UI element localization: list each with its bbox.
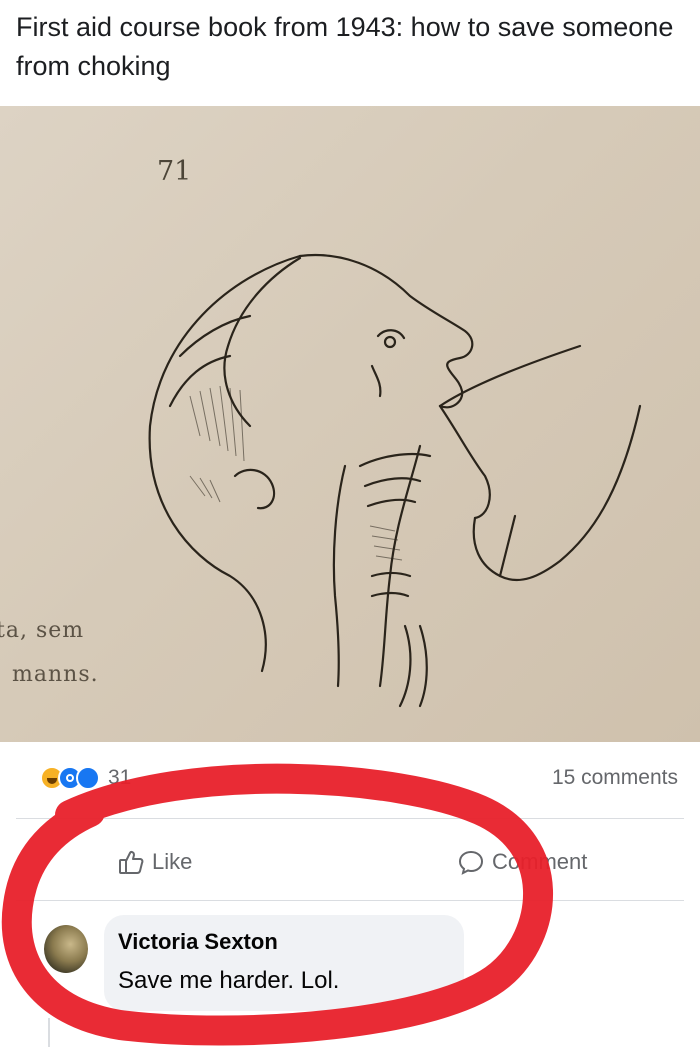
comment-item: Victoria Sexton Save me harder. Lol.	[44, 915, 464, 1015]
love-reaction-icon	[76, 766, 100, 790]
post-stats-bar: 31 15 comments	[0, 742, 700, 818]
comment-button[interactable]: Comment	[458, 842, 587, 882]
comment-label: Comment	[492, 849, 588, 874]
comment-bubble: Victoria Sexton Save me harder. Lol.	[104, 915, 464, 1011]
comment-text: Save me harder. Lol.	[118, 967, 340, 994]
book-text-fragment: manns.	[12, 662, 99, 687]
book-text-fragment: ta, sem	[0, 618, 85, 643]
like-button[interactable]: Like	[118, 842, 192, 882]
divider	[16, 900, 684, 901]
thumbs-up-icon	[119, 850, 144, 874]
choking-rescue-illustration	[148, 254, 642, 708]
comment-count[interactable]: 15 comments	[552, 766, 678, 790]
commenter-name[interactable]: Victoria Sexton	[118, 929, 278, 955]
like-label: Like	[152, 849, 193, 874]
post-caption: First aid course book from 1943: how to …	[16, 12, 674, 81]
commenter-avatar[interactable]	[44, 925, 88, 973]
post-action-bar: Like Comment	[0, 818, 700, 900]
post-photo[interactable]: 71 ta, sem manns.	[0, 106, 700, 742]
comment-icon	[458, 850, 484, 875]
reaction-count[interactable]: 31	[108, 766, 131, 790]
comment-thread-line	[48, 1018, 50, 1047]
